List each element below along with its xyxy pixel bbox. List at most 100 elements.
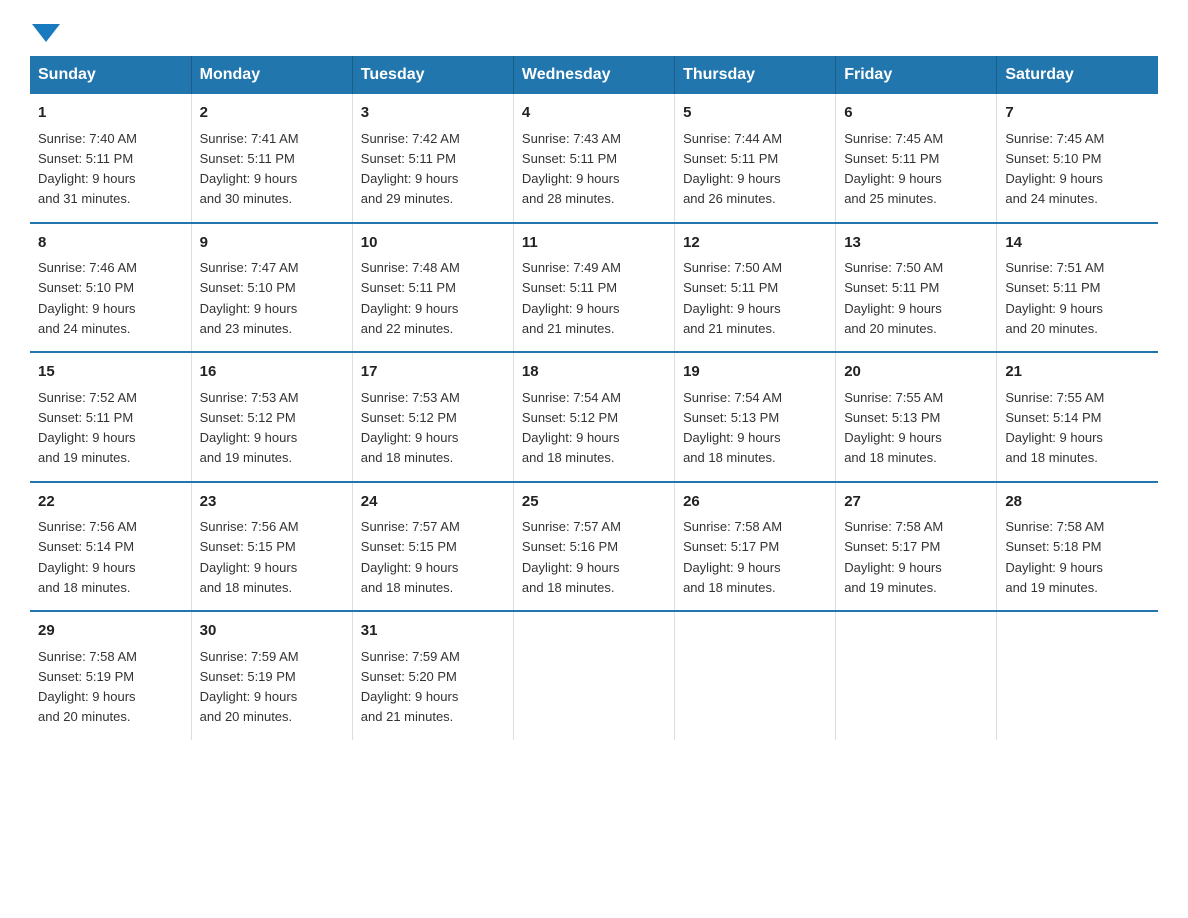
day-info: Sunrise: 7:53 AMSunset: 5:12 PMDaylight:… [361,390,460,466]
day-info: Sunrise: 7:50 AMSunset: 5:11 PMDaylight:… [683,260,782,336]
day-info: Sunrise: 7:53 AMSunset: 5:12 PMDaylight:… [200,390,299,466]
calendar-table: SundayMondayTuesdayWednesdayThursdayFrid… [30,56,1158,740]
calendar-cell: 2 Sunrise: 7:41 AMSunset: 5:11 PMDayligh… [191,94,352,223]
calendar-cell: 5 Sunrise: 7:44 AMSunset: 5:11 PMDayligh… [675,94,836,223]
calendar-cell: 29 Sunrise: 7:58 AMSunset: 5:19 PMDaylig… [30,611,191,740]
calendar-cell: 10 Sunrise: 7:48 AMSunset: 5:11 PMDaylig… [352,223,513,353]
day-number: 2 [200,102,344,125]
day-info: Sunrise: 7:55 AMSunset: 5:13 PMDaylight:… [844,390,943,466]
day-info: Sunrise: 7:57 AMSunset: 5:16 PMDaylight:… [522,519,621,595]
day-number: 14 [1005,232,1150,255]
calendar-week-row: 1 Sunrise: 7:40 AMSunset: 5:11 PMDayligh… [30,94,1158,223]
day-number: 15 [38,361,183,384]
calendar-cell: 23 Sunrise: 7:56 AMSunset: 5:15 PMDaylig… [191,482,352,612]
day-number: 4 [522,102,666,125]
calendar-cell: 20 Sunrise: 7:55 AMSunset: 5:13 PMDaylig… [836,352,997,482]
day-info: Sunrise: 7:42 AMSunset: 5:11 PMDaylight:… [361,131,460,207]
day-number: 26 [683,491,827,514]
calendar-week-row: 22 Sunrise: 7:56 AMSunset: 5:14 PMDaylig… [30,482,1158,612]
day-number: 7 [1005,102,1150,125]
day-number: 9 [200,232,344,255]
day-info: Sunrise: 7:49 AMSunset: 5:11 PMDaylight:… [522,260,621,336]
day-info: Sunrise: 7:47 AMSunset: 5:10 PMDaylight:… [200,260,299,336]
calendar-cell [675,611,836,740]
weekday-header-tuesday: Tuesday [352,56,513,94]
calendar-cell [997,611,1158,740]
day-number: 8 [38,232,183,255]
weekday-header-monday: Monday [191,56,352,94]
weekday-header-sunday: Sunday [30,56,191,94]
day-number: 30 [200,620,344,643]
calendar-cell: 16 Sunrise: 7:53 AMSunset: 5:12 PMDaylig… [191,352,352,482]
calendar-cell: 11 Sunrise: 7:49 AMSunset: 5:11 PMDaylig… [513,223,674,353]
calendar-cell: 7 Sunrise: 7:45 AMSunset: 5:10 PMDayligh… [997,94,1158,223]
day-number: 23 [200,491,344,514]
calendar-cell: 31 Sunrise: 7:59 AMSunset: 5:20 PMDaylig… [352,611,513,740]
day-number: 3 [361,102,505,125]
day-info: Sunrise: 7:58 AMSunset: 5:18 PMDaylight:… [1005,519,1104,595]
calendar-cell: 13 Sunrise: 7:50 AMSunset: 5:11 PMDaylig… [836,223,997,353]
calendar-week-row: 29 Sunrise: 7:58 AMSunset: 5:19 PMDaylig… [30,611,1158,740]
weekday-header-thursday: Thursday [675,56,836,94]
calendar-cell: 8 Sunrise: 7:46 AMSunset: 5:10 PMDayligh… [30,223,191,353]
day-number: 10 [361,232,505,255]
day-info: Sunrise: 7:45 AMSunset: 5:11 PMDaylight:… [844,131,943,207]
day-number: 28 [1005,491,1150,514]
day-number: 18 [522,361,666,384]
day-number: 6 [844,102,988,125]
calendar-cell: 15 Sunrise: 7:52 AMSunset: 5:11 PMDaylig… [30,352,191,482]
day-info: Sunrise: 7:58 AMSunset: 5:19 PMDaylight:… [38,649,137,725]
day-info: Sunrise: 7:54 AMSunset: 5:12 PMDaylight:… [522,390,621,466]
day-number: 11 [522,232,666,255]
calendar-cell: 26 Sunrise: 7:58 AMSunset: 5:17 PMDaylig… [675,482,836,612]
day-number: 24 [361,491,505,514]
day-info: Sunrise: 7:48 AMSunset: 5:11 PMDaylight:… [361,260,460,336]
calendar-cell: 25 Sunrise: 7:57 AMSunset: 5:16 PMDaylig… [513,482,674,612]
day-number: 12 [683,232,827,255]
calendar-cell: 14 Sunrise: 7:51 AMSunset: 5:11 PMDaylig… [997,223,1158,353]
day-info: Sunrise: 7:56 AMSunset: 5:14 PMDaylight:… [38,519,137,595]
day-number: 16 [200,361,344,384]
calendar-cell: 4 Sunrise: 7:43 AMSunset: 5:11 PMDayligh… [513,94,674,223]
page-header [30,20,1158,38]
day-number: 19 [683,361,827,384]
day-number: 5 [683,102,827,125]
day-number: 13 [844,232,988,255]
day-info: Sunrise: 7:59 AMSunset: 5:19 PMDaylight:… [200,649,299,725]
day-number: 22 [38,491,183,514]
day-info: Sunrise: 7:50 AMSunset: 5:11 PMDaylight:… [844,260,943,336]
day-number: 17 [361,361,505,384]
day-info: Sunrise: 7:56 AMSunset: 5:15 PMDaylight:… [200,519,299,595]
calendar-cell: 21 Sunrise: 7:55 AMSunset: 5:14 PMDaylig… [997,352,1158,482]
calendar-cell [836,611,997,740]
day-info: Sunrise: 7:59 AMSunset: 5:20 PMDaylight:… [361,649,460,725]
calendar-cell: 12 Sunrise: 7:50 AMSunset: 5:11 PMDaylig… [675,223,836,353]
day-number: 29 [38,620,183,643]
day-info: Sunrise: 7:40 AMSunset: 5:11 PMDaylight:… [38,131,137,207]
calendar-cell: 18 Sunrise: 7:54 AMSunset: 5:12 PMDaylig… [513,352,674,482]
calendar-week-row: 15 Sunrise: 7:52 AMSunset: 5:11 PMDaylig… [30,352,1158,482]
calendar-cell: 1 Sunrise: 7:40 AMSunset: 5:11 PMDayligh… [30,94,191,223]
day-info: Sunrise: 7:43 AMSunset: 5:11 PMDaylight:… [522,131,621,207]
day-number: 27 [844,491,988,514]
calendar-cell: 9 Sunrise: 7:47 AMSunset: 5:10 PMDayligh… [191,223,352,353]
calendar-cell: 19 Sunrise: 7:54 AMSunset: 5:13 PMDaylig… [675,352,836,482]
day-info: Sunrise: 7:58 AMSunset: 5:17 PMDaylight:… [844,519,943,595]
day-info: Sunrise: 7:46 AMSunset: 5:10 PMDaylight:… [38,260,137,336]
day-info: Sunrise: 7:52 AMSunset: 5:11 PMDaylight:… [38,390,137,466]
calendar-cell: 30 Sunrise: 7:59 AMSunset: 5:19 PMDaylig… [191,611,352,740]
day-info: Sunrise: 7:45 AMSunset: 5:10 PMDaylight:… [1005,131,1104,207]
calendar-week-row: 8 Sunrise: 7:46 AMSunset: 5:10 PMDayligh… [30,223,1158,353]
calendar-cell: 27 Sunrise: 7:58 AMSunset: 5:17 PMDaylig… [836,482,997,612]
calendar-cell: 6 Sunrise: 7:45 AMSunset: 5:11 PMDayligh… [836,94,997,223]
calendar-header-row: SundayMondayTuesdayWednesdayThursdayFrid… [30,56,1158,94]
logo-triangle-icon [32,24,60,42]
day-info: Sunrise: 7:54 AMSunset: 5:13 PMDaylight:… [683,390,782,466]
weekday-header-friday: Friday [836,56,997,94]
calendar-cell: 3 Sunrise: 7:42 AMSunset: 5:11 PMDayligh… [352,94,513,223]
weekday-header-saturday: Saturday [997,56,1158,94]
day-number: 25 [522,491,666,514]
day-info: Sunrise: 7:44 AMSunset: 5:11 PMDaylight:… [683,131,782,207]
day-number: 21 [1005,361,1150,384]
calendar-cell: 17 Sunrise: 7:53 AMSunset: 5:12 PMDaylig… [352,352,513,482]
